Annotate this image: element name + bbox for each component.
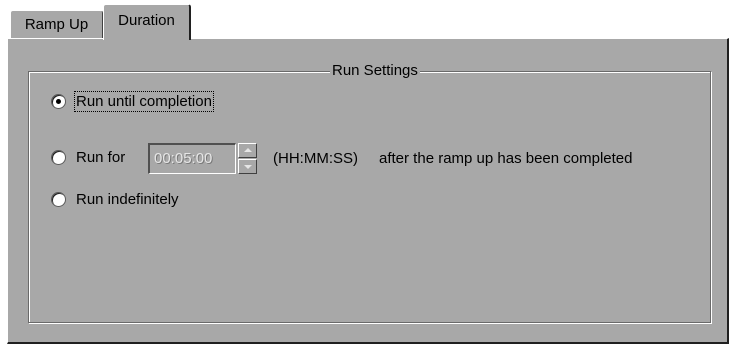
duration-time-input[interactable]: 00:05:00 <box>148 143 236 174</box>
run-for-radio[interactable] <box>51 149 66 165</box>
tab-duration[interactable]: Duration <box>103 4 191 40</box>
duration-spinner[interactable] <box>238 143 257 174</box>
chevron-up-icon <box>244 148 252 152</box>
spin-up-button[interactable] <box>238 143 257 158</box>
run-until-completion-option[interactable]: Run until completion <box>51 90 214 112</box>
run-settings-group: Run Settings Run until completion Run fo… <box>28 62 711 323</box>
run-until-completion-radio[interactable] <box>51 93 66 109</box>
run-settings-title: Run Settings <box>330 62 420 80</box>
run-indefinitely-label[interactable]: Run indefinitely <box>76 191 179 208</box>
run-until-completion-label[interactable]: Run until completion <box>74 90 214 112</box>
duration-tab-page: Run Settings Run until completion Run fo… <box>7 38 729 344</box>
run-for-option[interactable]: Run for <box>51 147 125 167</box>
spin-down-button[interactable] <box>238 159 257 174</box>
chevron-down-icon <box>244 165 252 169</box>
duration-format-label: (HH:MM:SS) <box>273 150 358 167</box>
settings-dialog: Ramp Up Duration Run Settings Run until … <box>0 0 739 349</box>
tab-duration-label: Duration <box>118 12 175 29</box>
tab-ramp-up[interactable]: Ramp Up <box>10 10 103 39</box>
duration-suffix-label: after the ramp up has been completed <box>379 150 633 167</box>
run-indefinitely-radio[interactable] <box>51 191 66 207</box>
run-indefinitely-option[interactable]: Run indefinitely <box>51 189 179 209</box>
run-for-label[interactable]: Run for <box>76 149 125 166</box>
tab-ramp-up-label: Ramp Up <box>24 16 89 33</box>
